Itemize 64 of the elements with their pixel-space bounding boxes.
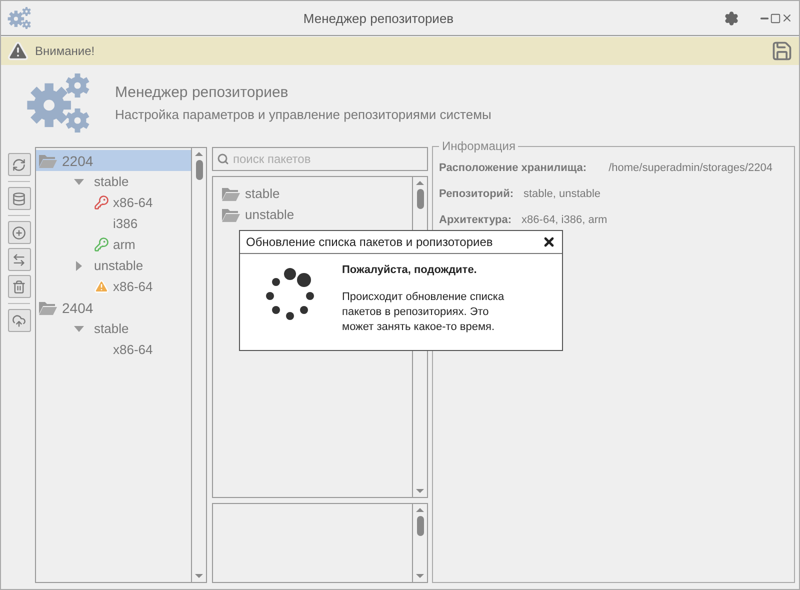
info-value: /home/superadmin/storages/2204 xyxy=(608,162,772,174)
header-subtitle: Настройка параметров и управление репозиториями системы xyxy=(115,107,492,122)
tree-item[interactable]: arm xyxy=(36,234,191,255)
info-value: stable, unstable xyxy=(524,188,601,200)
tree-item[interactable]: stable xyxy=(36,171,191,192)
delete-button[interactable] xyxy=(8,275,30,298)
list-item[interactable]: unstable xyxy=(221,204,412,225)
folder-icon xyxy=(38,300,58,316)
dialog-title: Обновление списка пакетов и ропизоториев xyxy=(246,235,494,249)
header-title: Менеджер репозиториев xyxy=(115,84,290,101)
scroll-up-icon xyxy=(415,506,425,514)
scroll-up-icon xyxy=(194,150,204,158)
add-button[interactable] xyxy=(8,221,30,244)
dialog-message: Происходит обновление списка пакетов в репозиториях. Это может занять какое-то время. xyxy=(342,290,506,335)
tree-item[interactable]: unstable xyxy=(36,255,191,276)
list-item[interactable]: stable xyxy=(221,183,412,204)
swap-button[interactable] xyxy=(8,248,30,271)
tree-item[interactable]: i386 xyxy=(36,213,191,234)
caret-down-icon xyxy=(74,324,84,334)
scroll-up-icon xyxy=(415,179,425,187)
maximize-icon[interactable] xyxy=(770,12,781,24)
scroll-thumb[interactable] xyxy=(196,160,202,180)
search-field[interactable]: поиск пакетов xyxy=(212,147,428,171)
plus-icon xyxy=(12,226,26,240)
scroll-down-icon xyxy=(194,572,204,580)
info-label: Расположение хранилища: xyxy=(439,162,587,174)
dialog-heading: Пожалуйста, подождите. xyxy=(342,264,478,276)
search-icon xyxy=(217,153,229,165)
scroll-down-icon xyxy=(415,572,425,580)
caret-down-icon xyxy=(74,176,84,186)
tree-item[interactable]: stable xyxy=(36,318,191,339)
refresh-button[interactable] xyxy=(8,153,30,176)
database-icon xyxy=(12,192,26,206)
tree-item[interactable]: 2404 xyxy=(36,297,191,318)
tree-item[interactable]: x86-64 xyxy=(36,276,191,297)
gears-icon xyxy=(7,5,33,31)
info-label: Репозиторий: xyxy=(439,188,514,200)
window-title: Менеджер репозиториев xyxy=(302,10,455,26)
cloud-upload-icon xyxy=(12,314,26,328)
save-icon[interactable] xyxy=(771,40,793,62)
settings-icon[interactable] xyxy=(724,10,739,26)
scroll-thumb[interactable] xyxy=(416,516,424,536)
upload-button[interactable] xyxy=(8,309,30,332)
warning-icon xyxy=(7,40,29,62)
group-title: Информация xyxy=(441,139,516,153)
close-icon[interactable] xyxy=(542,235,556,249)
database-button[interactable] xyxy=(8,187,30,210)
scrollbar[interactable] xyxy=(191,148,206,582)
tree-item[interactable]: 2204 xyxy=(36,150,191,171)
refresh-icon xyxy=(12,158,26,172)
folder-icon xyxy=(38,152,58,168)
tree-item[interactable]: x86-64 xyxy=(36,192,191,213)
tree-item[interactable]: x86-64 xyxy=(36,339,191,360)
warning-text: Внимание! xyxy=(35,44,96,58)
arrows-icon xyxy=(12,252,26,266)
caret-right-icon xyxy=(74,260,84,270)
trash-icon xyxy=(12,280,26,294)
info-value: x86-64, i386, arm xyxy=(522,214,608,226)
folder-icon xyxy=(221,206,241,222)
folder-icon xyxy=(221,186,241,202)
scrollbar[interactable] xyxy=(412,504,427,582)
scroll-down-icon xyxy=(415,487,425,495)
scroll-thumb[interactable] xyxy=(416,189,424,209)
info-label: Архитектура: xyxy=(439,214,512,226)
